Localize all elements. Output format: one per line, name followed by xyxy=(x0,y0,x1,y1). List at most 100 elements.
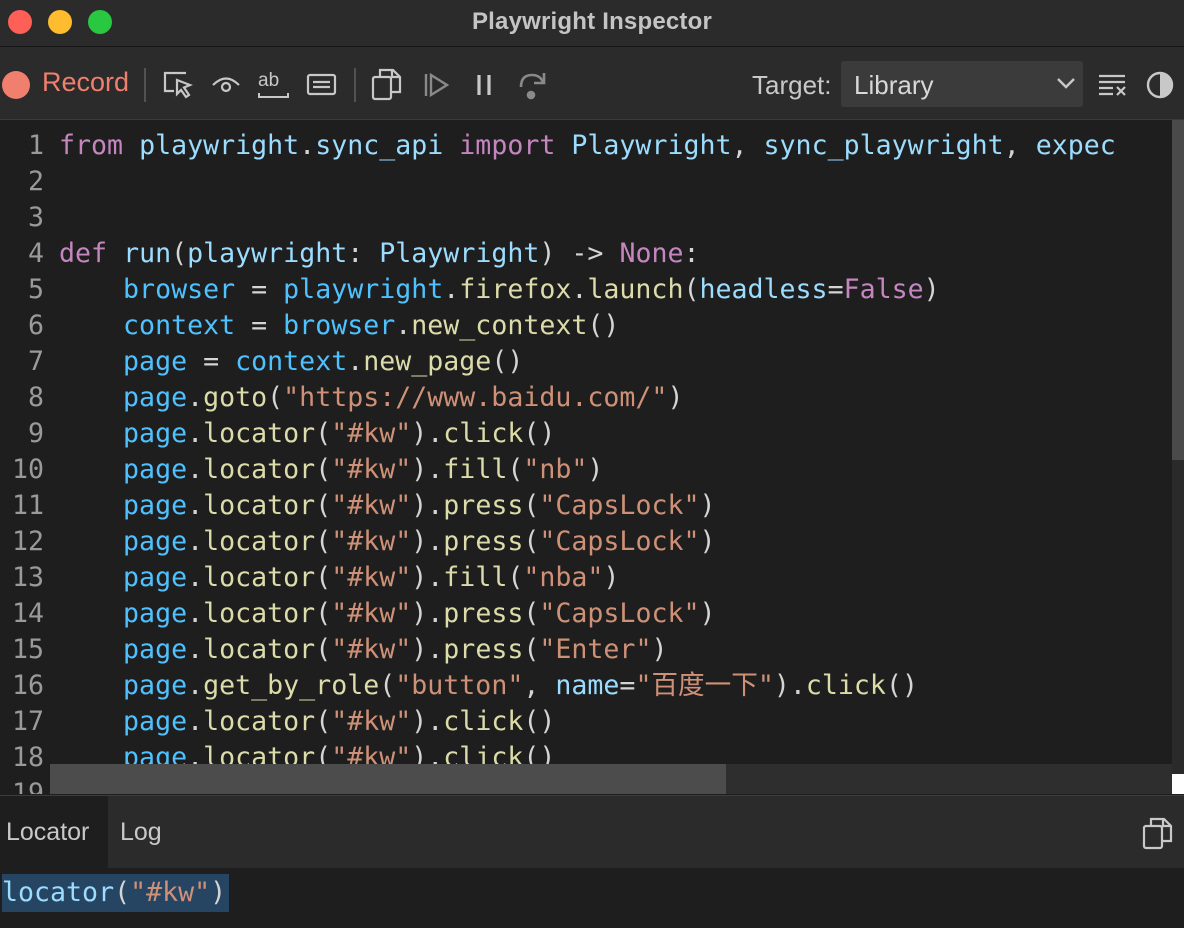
code-token: ( xyxy=(267,382,284,413)
code-line: 2 xyxy=(0,164,1172,200)
code-token: playwright xyxy=(139,130,300,161)
tab-locator[interactable]: Locator xyxy=(0,796,108,868)
resume-icon[interactable] xyxy=(422,71,450,99)
target-select[interactable]: Library xyxy=(841,61,1083,107)
theme-toggle-icon[interactable] xyxy=(1145,70,1175,100)
line-number: 19 xyxy=(11,778,44,794)
window-title: Playwright Inspector xyxy=(471,8,713,35)
line-number: 11 xyxy=(11,490,44,521)
code-token: ). xyxy=(411,706,444,737)
line-number: 2 xyxy=(27,166,44,197)
code-token: page xyxy=(123,454,188,485)
code-token: firefox xyxy=(459,274,572,305)
code-token: ( xyxy=(507,562,524,593)
code-line: 11 page.locator("#kw").press("CapsLock") xyxy=(0,488,1172,524)
code-token: "#kw" xyxy=(331,706,412,737)
code-token: new_page xyxy=(363,346,492,377)
code-token: press xyxy=(443,598,524,629)
code-token: press xyxy=(443,526,524,557)
code-token: ( xyxy=(683,274,700,305)
locator-token: ) xyxy=(210,877,227,908)
code-token: ( xyxy=(379,670,396,701)
code-token: "#kw" xyxy=(331,598,412,629)
code-token: ). xyxy=(411,562,444,593)
code-token: : xyxy=(683,238,700,269)
code-token: page xyxy=(123,346,188,377)
code-token: ( xyxy=(315,598,332,629)
svg-text:ab: ab xyxy=(258,70,279,91)
code-token: = xyxy=(619,670,636,701)
code-line: 6 context = browser.new_context() xyxy=(0,308,1172,344)
code-token: ) xyxy=(667,382,684,413)
code-token: ) xyxy=(587,454,604,485)
code-token: context xyxy=(235,346,348,377)
code-token: ). xyxy=(411,418,444,449)
code-token: "#kw" xyxy=(331,562,412,593)
code-token: ). xyxy=(411,490,444,521)
code-token: . xyxy=(187,706,204,737)
copy-locator-icon[interactable] xyxy=(1142,816,1174,855)
code-line: 12 page.locator("#kw").press("CapsLock") xyxy=(0,524,1172,560)
code-line: 14 page.locator("#kw").press("CapsLock") xyxy=(0,596,1172,632)
code-token: new_context xyxy=(411,310,588,341)
code-token: ( xyxy=(523,634,540,665)
code-token: page xyxy=(123,562,188,593)
code-token: locator xyxy=(203,454,316,485)
code-line: 3 xyxy=(0,200,1172,236)
code-token: ). xyxy=(411,634,444,665)
assert-visibility-icon[interactable] xyxy=(211,72,241,98)
pick-locator-icon[interactable] xyxy=(162,69,196,101)
locator-editor[interactable]: locator("#kw") xyxy=(0,868,1184,928)
code-token: . xyxy=(571,274,588,305)
code-token: launch xyxy=(587,274,684,305)
code-token: locator xyxy=(203,598,316,629)
code-token: ( xyxy=(315,454,332,485)
code-line: 17 page.locator("#kw").click() xyxy=(0,704,1172,740)
code-token: browser xyxy=(283,310,396,341)
code-token: ). xyxy=(411,598,444,629)
code-token: () xyxy=(523,706,556,737)
code-token: context xyxy=(123,310,236,341)
code-token: locator xyxy=(203,418,316,449)
code-token: sync_playwright xyxy=(763,130,1004,161)
code-token: ( xyxy=(315,526,332,557)
code-token: ( xyxy=(523,526,540,557)
code-line: 1 from playwright.sync_api import Playwri… xyxy=(0,128,1172,164)
code-token: browser xyxy=(123,274,236,305)
title-bar: Playwright Inspector xyxy=(0,0,1184,47)
locator-input[interactable]: locator("#kw") xyxy=(2,874,230,912)
assert-text-icon[interactable]: ab xyxy=(256,69,292,101)
horizontal-scrollbar-thumb[interactable] xyxy=(50,764,726,794)
code-token: "#kw" xyxy=(331,634,412,665)
assert-value-icon[interactable] xyxy=(306,72,338,98)
vertical-scroll-track[interactable] xyxy=(1172,460,1184,794)
code-token: . xyxy=(187,634,204,665)
line-number: 4 xyxy=(27,238,44,269)
code-line: 15 page.locator("#kw").press("Enter") xyxy=(0,632,1172,668)
code-token: Playwright xyxy=(571,130,732,161)
code-token: ) xyxy=(699,490,716,521)
pause-icon[interactable] xyxy=(472,72,496,98)
chevron-down-icon xyxy=(1055,75,1077,96)
code-token: fill xyxy=(443,454,508,485)
toolbar-separator xyxy=(354,68,356,102)
code-token: page xyxy=(123,634,188,665)
vertical-scrollbar-thumb[interactable] xyxy=(1172,120,1184,460)
bottom-tab-bar: Locator Log xyxy=(0,795,1184,868)
copy-icon[interactable] xyxy=(371,67,403,101)
code-token: . xyxy=(187,670,204,701)
target-label: Target: xyxy=(752,70,832,100)
step-over-icon[interactable] xyxy=(516,69,548,101)
code-token: expec xyxy=(1035,130,1116,161)
clear-icon[interactable] xyxy=(1097,72,1129,98)
line-number: 17 xyxy=(11,706,44,737)
code-editor[interactable]: 1 from playwright.sync_api import Playwri… xyxy=(0,120,1184,794)
line-number: 1 xyxy=(27,130,44,161)
tab-log[interactable]: Log xyxy=(114,796,168,868)
code-token: page xyxy=(123,598,188,629)
